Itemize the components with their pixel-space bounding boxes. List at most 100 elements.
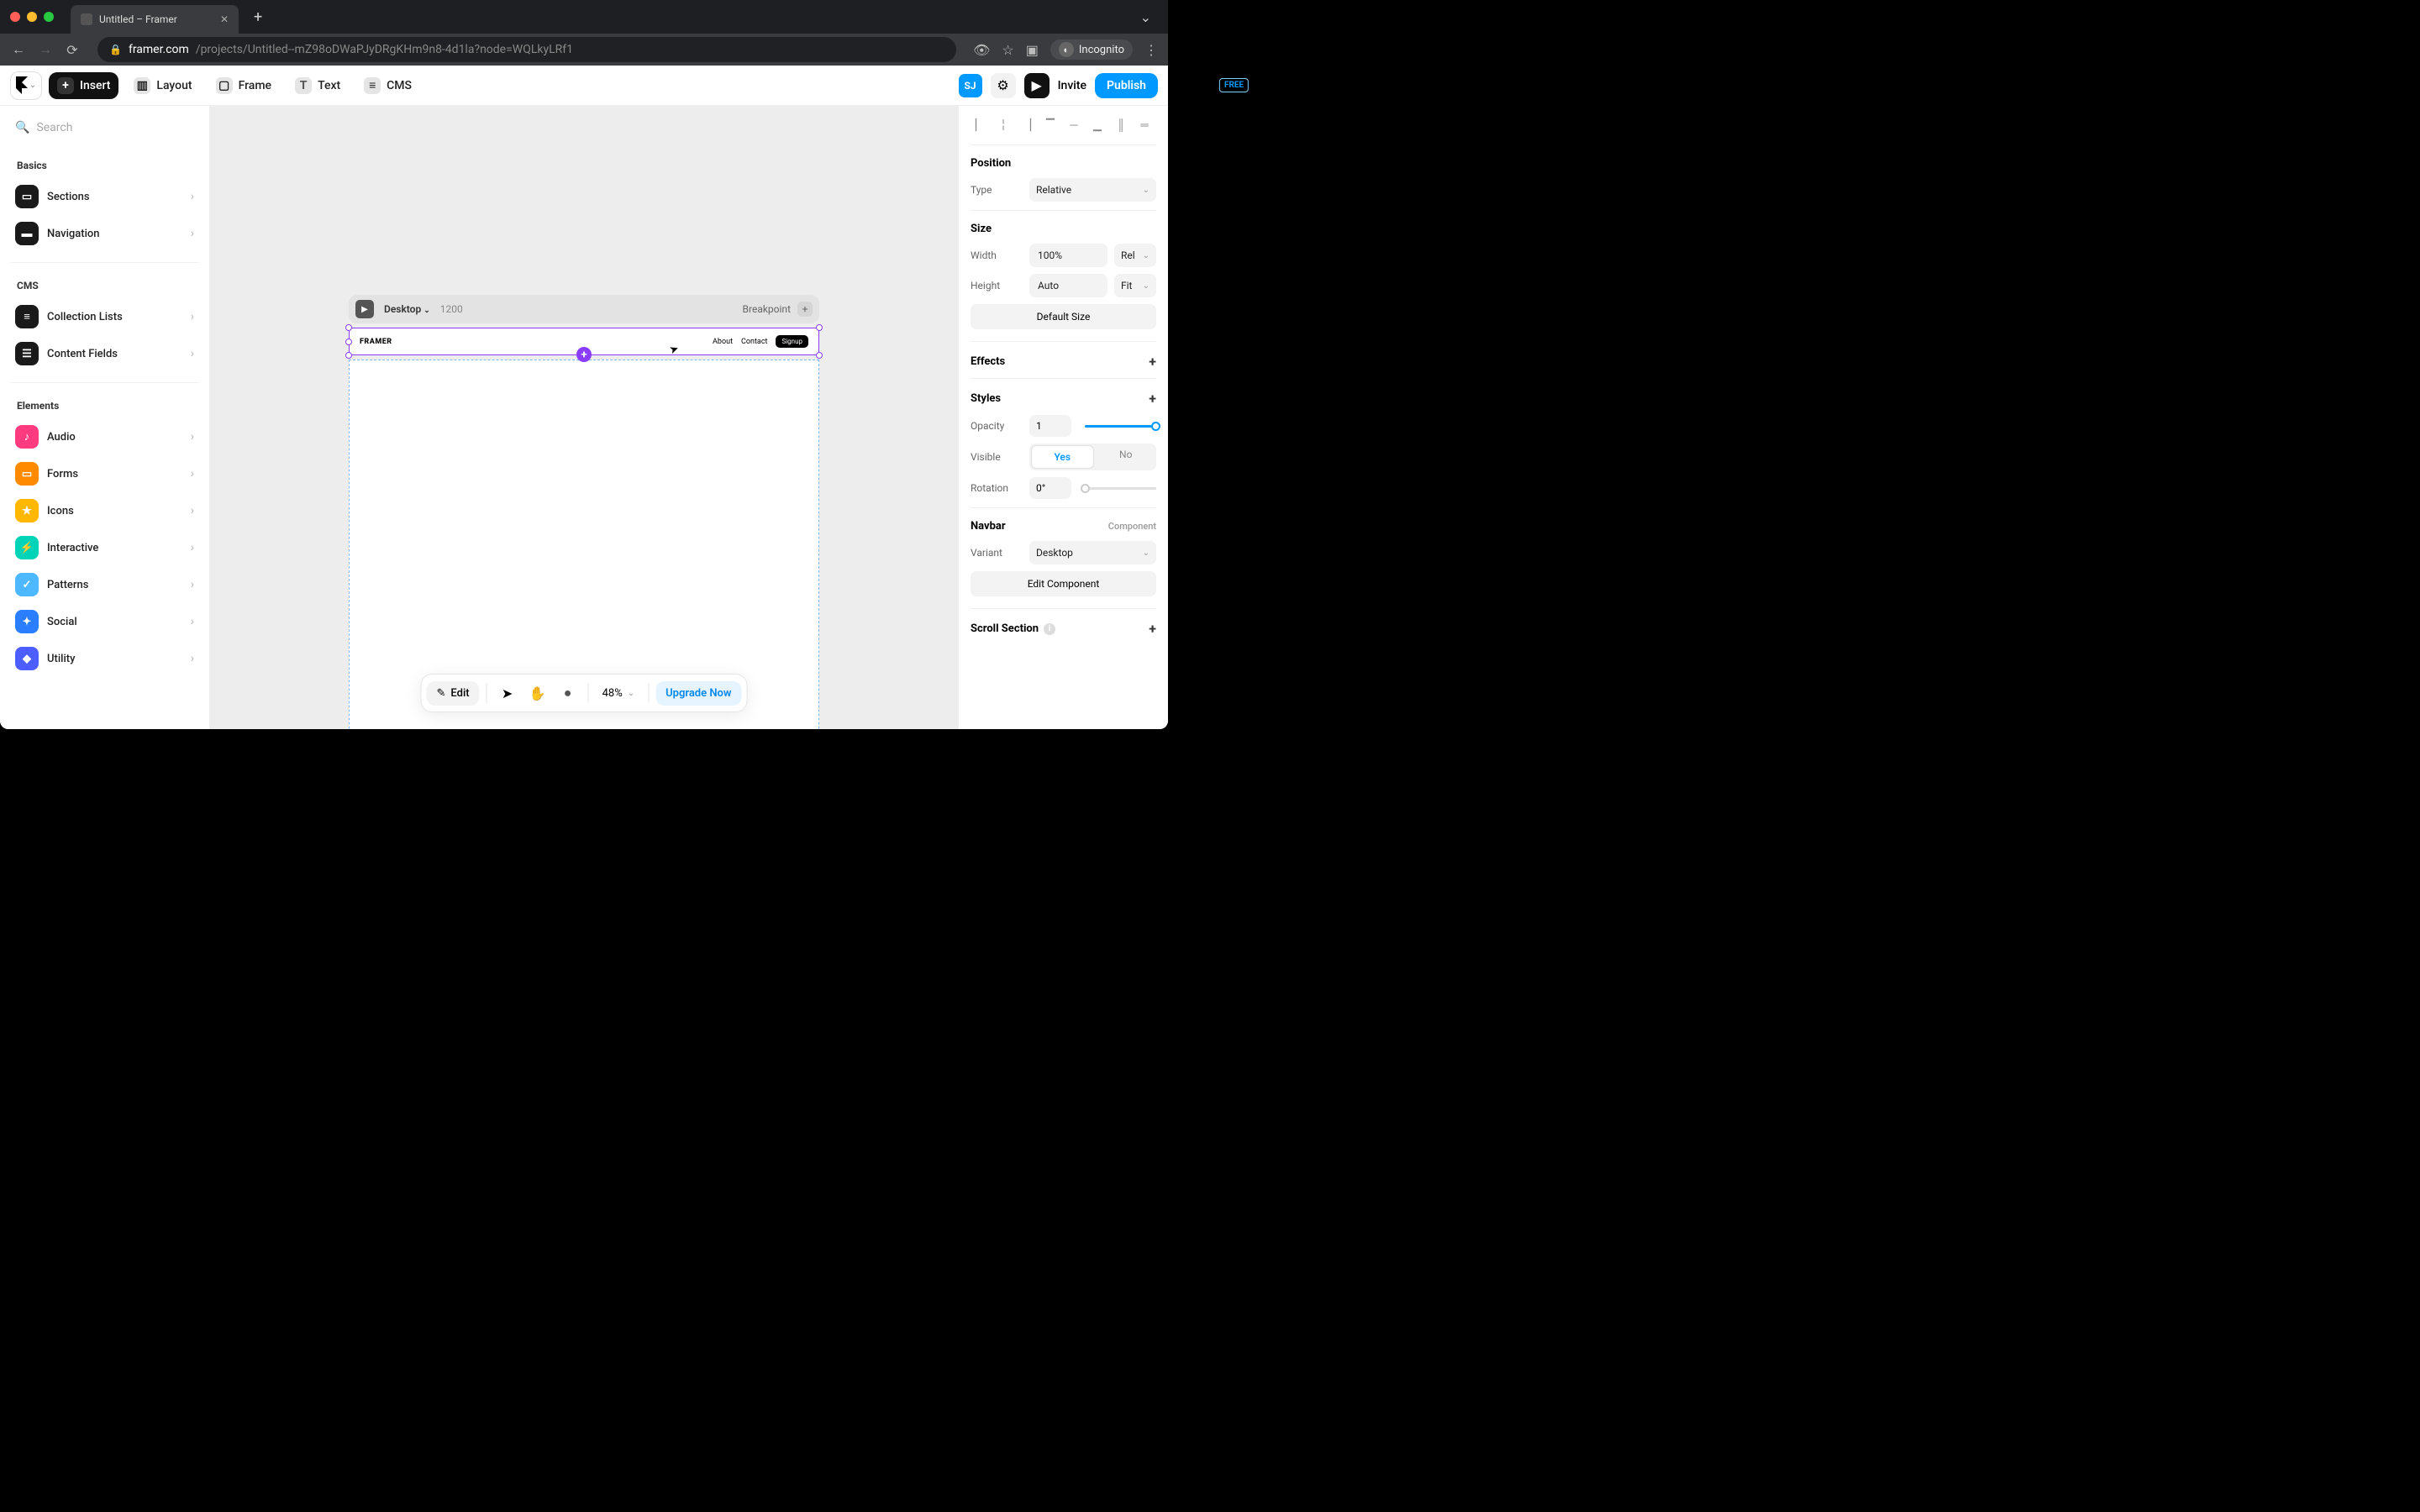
framer-menu-button[interactable]: ⌄ <box>10 71 42 100</box>
height-input[interactable]: Auto <box>1029 274 1107 297</box>
add-element-button[interactable]: + <box>576 347 592 362</box>
close-tab-icon[interactable]: ✕ <box>220 13 229 25</box>
layout-button[interactable]: ▥ Layout <box>125 72 200 99</box>
distribute-h-icon[interactable]: ║ <box>1112 118 1130 133</box>
chevron-down-icon: ⌄ <box>1143 186 1150 195</box>
resize-handle[interactable] <box>816 352 823 359</box>
rotation-input[interactable]: 0° <box>1029 477 1071 499</box>
edit-tool-button[interactable]: ✎ Edit <box>426 681 479 706</box>
zoom-control[interactable]: 48% ⌄ <box>596 687 642 700</box>
minimize-window-button[interactable] <box>27 12 37 22</box>
chevron-right-icon: › <box>191 347 194 360</box>
patterns-icon: ✓ <box>15 573 39 596</box>
resize-handle[interactable] <box>345 339 352 345</box>
browser-menu-icon[interactable]: ⋮ <box>1144 42 1158 58</box>
resize-handle[interactable] <box>345 352 352 359</box>
tabs-dropdown-icon[interactable]: ⌄ <box>1140 9 1158 25</box>
height-unit-select[interactable]: Fit ⌄ <box>1114 274 1156 297</box>
new-tab-button[interactable]: + <box>245 8 271 26</box>
panel-item-audio[interactable]: ♪ Audio › <box>7 418 203 455</box>
panel-item-navigation[interactable]: ▬ Navigation › <box>7 215 203 252</box>
close-window-button[interactable] <box>10 12 20 22</box>
url-field[interactable]: 🔒 framer.com/projects/Untitled--mZ98oDWa… <box>97 37 956 62</box>
insert-button[interactable]: + Insert <box>49 72 118 99</box>
panel-item-content-fields[interactable]: ☰ Content Fields › <box>7 335 203 372</box>
reload-button[interactable]: ⟳ <box>64 42 81 58</box>
panel-item-forms[interactable]: ▭ Forms › <box>7 455 203 492</box>
visible-toggle[interactable]: Yes No <box>1029 444 1156 470</box>
rotation-slider[interactable] <box>1085 487 1156 490</box>
edit-component-button[interactable]: Edit Component <box>971 571 1156 596</box>
align-top-icon[interactable]: ▔ <box>1041 118 1060 133</box>
resize-handle[interactable] <box>816 324 823 331</box>
align-left-icon[interactable]: ▏ <box>971 118 989 133</box>
align-bottom-icon[interactable]: ▁ <box>1088 118 1107 133</box>
panel-item-interactive[interactable]: ⚡ Interactive › <box>7 529 203 566</box>
user-avatar[interactable]: SJ <box>959 74 982 97</box>
info-icon[interactable]: i <box>1044 623 1055 635</box>
lock-icon: 🔒 <box>109 44 122 55</box>
width-input[interactable]: 100% <box>1029 244 1107 267</box>
panel-item-social[interactable]: ✦ Social › <box>7 603 203 640</box>
selected-navbar-frame[interactable]: FRAMER About Contact Signup + <box>349 328 819 355</box>
maximize-window-button[interactable] <box>44 12 54 22</box>
add-scroll-section-button[interactable]: + <box>1149 621 1156 637</box>
upgrade-button[interactable]: Upgrade Now <box>655 681 741 706</box>
layout-icon: ▥ <box>134 77 150 94</box>
forward-button[interactable]: → <box>37 41 54 58</box>
panel-item-patterns[interactable]: ✓ Patterns › <box>7 566 203 603</box>
browser-tab[interactable]: Untitled – Framer ✕ <box>71 5 239 34</box>
panel-item-utility[interactable]: ◆ Utility › <box>7 640 203 677</box>
variant-label: Variant <box>971 547 1023 559</box>
publish-button[interactable]: Publish <box>1095 73 1158 98</box>
align-center-v-icon[interactable]: ─ <box>1065 118 1083 133</box>
chevron-right-icon: › <box>191 467 194 480</box>
distribute-v-icon[interactable]: ═ <box>1135 118 1154 133</box>
type-label: Type <box>971 184 1023 196</box>
align-center-h-icon[interactable]: ╎ <box>994 118 1013 133</box>
preview-button[interactable]: ▶ <box>1024 73 1050 98</box>
add-effect-button[interactable]: + <box>1149 354 1156 370</box>
chevron-down-icon: ⌄ <box>1143 549 1150 558</box>
variant-select[interactable]: Desktop ⌄ <box>1029 541 1156 564</box>
frame-button[interactable]: ▢ Frame <box>208 72 280 99</box>
breakpoint-text: Breakpoint <box>743 303 791 315</box>
invite-button[interactable]: Invite <box>1058 79 1086 92</box>
settings-button[interactable]: ⚙ <box>991 73 1016 98</box>
cms-icon: ≡ <box>364 77 381 94</box>
pointer-tool-button[interactable]: ➤ <box>494 680 521 706</box>
browser-title-bar: Untitled – Framer ✕ + ⌄ <box>0 0 1168 34</box>
back-button[interactable]: ← <box>10 41 27 58</box>
navbar-link-contact: Contact <box>741 338 767 346</box>
add-style-button[interactable]: + <box>1149 391 1156 407</box>
add-breakpoint-button[interactable]: + <box>797 302 813 317</box>
canvas[interactable]: ▶ Desktop ⌄ 1200 Breakpoint + FRAMER Abo… <box>210 106 958 729</box>
opacity-slider[interactable] <box>1085 425 1156 428</box>
comment-tool-button[interactable]: ● <box>555 680 581 706</box>
cms-button[interactable]: ≡ CMS <box>355 72 420 99</box>
position-section-title: Position <box>971 157 1156 170</box>
panel-icon[interactable]: ▣ <box>1026 42 1039 58</box>
width-unit-select[interactable]: Rel ⌄ <box>1114 244 1156 267</box>
resize-handle[interactable] <box>345 324 352 331</box>
chevron-right-icon: › <box>191 615 194 628</box>
text-button[interactable]: T Text <box>287 72 349 99</box>
breakpoint-play-icon[interactable]: ▶ <box>355 300 374 318</box>
position-type-select[interactable]: Relative ⌄ <box>1029 178 1156 202</box>
utility-icon: ◆ <box>15 647 39 670</box>
bookmark-icon[interactable]: ☆ <box>1002 42 1013 58</box>
search-input[interactable]: 🔍 Search <box>7 116 203 139</box>
chevron-right-icon: › <box>191 227 194 240</box>
interactive-icon: ⚡ <box>15 536 39 559</box>
incognito-chip[interactable]: ◐ Incognito <box>1050 39 1133 60</box>
eye-off-icon[interactable]: 👁 <box>973 42 990 58</box>
panel-item-collection-lists[interactable]: ≡ Collection Lists › <box>7 298 203 335</box>
default-size-button[interactable]: Default Size <box>971 304 1156 329</box>
navbar-signup-button: Signup <box>776 335 808 348</box>
panel-item-icons[interactable]: ★ Icons › <box>7 492 203 529</box>
hand-tool-button[interactable]: ✋ <box>524 680 551 706</box>
opacity-input[interactable]: 1 <box>1029 415 1071 437</box>
align-right-icon[interactable]: ▕ <box>1018 118 1036 133</box>
panel-item-sections[interactable]: ▭ Sections › <box>7 178 203 215</box>
breakpoint-label[interactable]: Desktop ⌄ <box>384 303 430 315</box>
